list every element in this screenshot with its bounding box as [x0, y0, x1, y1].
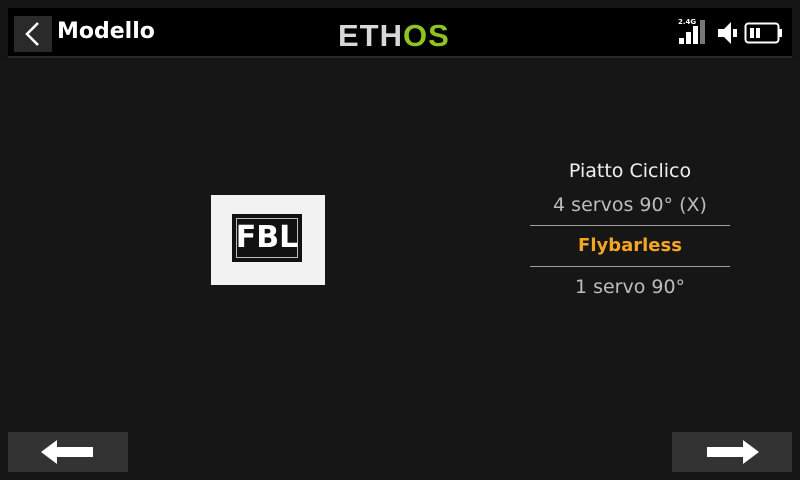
ethos-logo: ETHOS — [338, 18, 450, 54]
back-arrow-icon — [25, 22, 39, 46]
arrow-right-icon — [707, 440, 759, 464]
logo-eth: ETH — [338, 18, 403, 53]
fbl-icon: FBL — [232, 214, 302, 262]
logo-os: OS — [403, 18, 450, 53]
status-icons: 2.4G — [676, 18, 788, 48]
page-title: Modello — [57, 19, 155, 44]
divider — [530, 225, 730, 226]
list-item-selected[interactable]: Flybarless — [530, 229, 730, 263]
list-item[interactable]: 4 servos 90° (X) — [530, 188, 730, 222]
swash-type-image: FBL — [211, 195, 325, 285]
swash-type-list: Piatto Ciclico 4 servos 90° (X) Flybarle… — [530, 154, 730, 304]
arrow-left-icon — [41, 440, 93, 464]
fbl-label: FBL — [235, 220, 299, 255]
speaker-icon[interactable] — [716, 20, 742, 46]
list-item[interactable]: 1 servo 90° — [530, 270, 730, 304]
previous-button[interactable] — [8, 432, 128, 472]
next-button[interactable] — [672, 432, 792, 472]
divider — [530, 266, 730, 267]
battery-icon — [744, 22, 782, 44]
signal-label: 2.4G — [678, 18, 697, 26]
back-button[interactable] — [14, 16, 52, 52]
list-heading: Piatto Ciclico — [568, 160, 692, 182]
